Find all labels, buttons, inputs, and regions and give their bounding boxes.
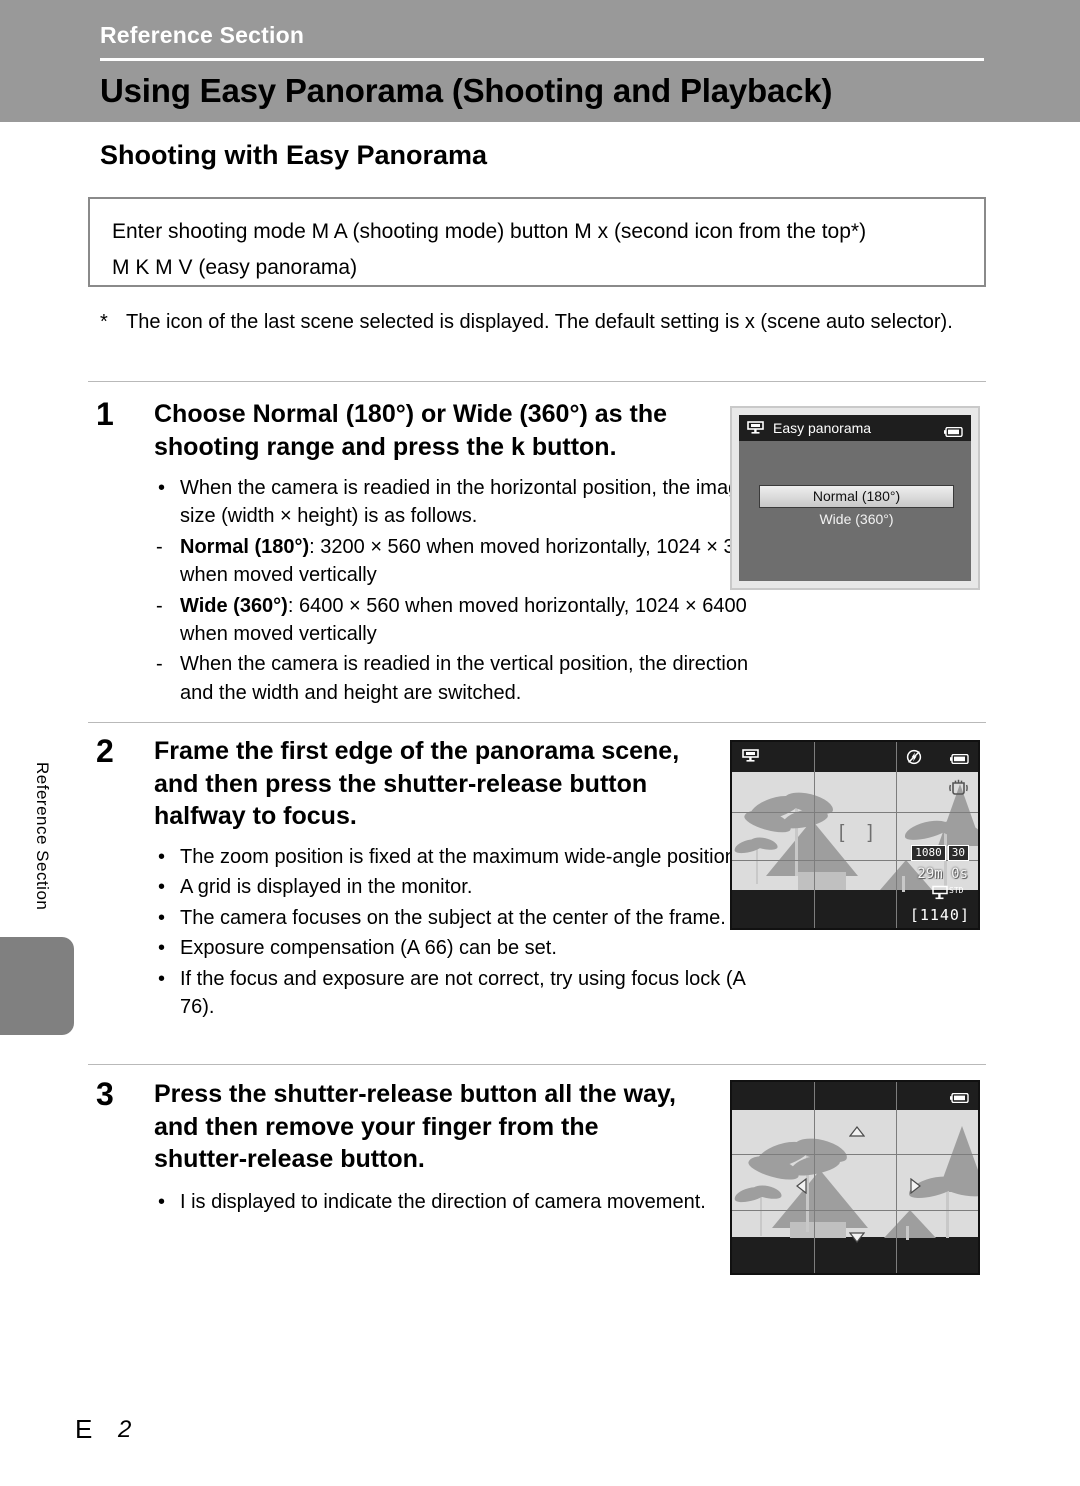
record-time: 29m 0s bbox=[917, 866, 968, 882]
vr-icon bbox=[949, 778, 968, 800]
bullet-item: • If the focus and exposure are not corre… bbox=[154, 965, 774, 1022]
bullet-marker: • bbox=[158, 876, 166, 899]
instruction-line-1: Enter shooting mode M A (shooting mode) … bbox=[112, 220, 867, 243]
focus-brackets: [ ] bbox=[839, 822, 882, 843]
footnote-marker: * bbox=[100, 311, 108, 333]
battery-icon bbox=[950, 1090, 969, 1108]
movie-fps-badge: 30 bbox=[947, 845, 969, 861]
menu-title: Easy panorama bbox=[773, 420, 872, 436]
step-1-bullets: • When the camera is readied in the horiz… bbox=[154, 474, 774, 709]
bullet-item: • Exposure compensation (A 66) can be set… bbox=[154, 934, 774, 962]
arrow-down-icon bbox=[848, 1230, 866, 1248]
side-tab-marker bbox=[0, 937, 74, 1035]
step-1-heading: Choose Normal (180°) or Wide (360°) as t… bbox=[154, 400, 667, 461]
scenery-post bbox=[902, 876, 905, 892]
bullet-marker: • bbox=[158, 967, 166, 990]
footnote-text: The icon of the last scene selected is d… bbox=[126, 311, 953, 333]
bullet-item: • When the camera is readied in the horiz… bbox=[154, 474, 774, 531]
bullet-item: • The camera focuses on the subject at th… bbox=[154, 904, 774, 932]
svg-text:STD: STD bbox=[949, 886, 964, 895]
header-kicker: Reference Section bbox=[100, 22, 305, 48]
instruction-line-2: M K M V (easy panorama) bbox=[112, 256, 358, 279]
arrow-right-icon bbox=[910, 1177, 921, 1199]
arrow-up-icon bbox=[848, 1124, 866, 1142]
footer-symbol: E bbox=[75, 1414, 93, 1444]
bullet-marker: • bbox=[158, 906, 166, 929]
separator-step-3 bbox=[88, 1064, 986, 1065]
step-3-heading: Press the shutter-release button all the… bbox=[154, 1080, 676, 1173]
scenery-post bbox=[906, 1226, 909, 1240]
step-1-number: 1 bbox=[96, 396, 114, 432]
panorama-icon bbox=[747, 420, 764, 440]
step-3-number: 3 bbox=[96, 1076, 114, 1112]
instruction-box: Enter shooting mode M A (shooting mode) … bbox=[88, 197, 986, 287]
scenery-trunk-small bbox=[756, 844, 758, 884]
step-3-bullets: • I is displayed to indicate the directio… bbox=[154, 1188, 774, 1218]
header-divider bbox=[100, 58, 984, 61]
bullet-marker: • bbox=[158, 477, 166, 499]
camera-screen-direction bbox=[730, 1080, 980, 1275]
battery-icon bbox=[944, 424, 963, 442]
menu-option-other[interactable]: Wide (360°) bbox=[759, 511, 954, 527]
bullet-marker: • bbox=[158, 1191, 166, 1213]
panorama-icon bbox=[742, 748, 759, 768]
footnote: * The icon of the last scene selected is… bbox=[100, 308, 980, 336]
battery-icon bbox=[950, 751, 969, 769]
step-2-number: 2 bbox=[96, 733, 114, 769]
grid-line-v2 bbox=[896, 742, 897, 928]
separator-step-2 bbox=[88, 722, 986, 723]
shots-remaining: [1140] bbox=[909, 906, 970, 924]
arrow-left-icon bbox=[796, 1177, 807, 1199]
flash-off-icon bbox=[906, 749, 922, 770]
footer-page-number: 2 bbox=[118, 1416, 132, 1443]
grid-line-v2 bbox=[896, 1082, 897, 1273]
bullet-marker: • bbox=[158, 846, 166, 868]
grid-line-v1 bbox=[814, 742, 815, 928]
bullet-marker: - bbox=[156, 594, 163, 617]
menu-title-bar: Easy panorama bbox=[739, 415, 971, 441]
grid-line-h1 bbox=[732, 1154, 978, 1155]
bullet-marker: • bbox=[158, 937, 166, 960]
bullet-marker: - bbox=[156, 653, 163, 676]
page-header-band: Reference Section Using Easy Panorama (S… bbox=[0, 0, 1080, 122]
movie-resolution-badge: 1080 bbox=[911, 845, 946, 861]
grid-line-h1 bbox=[732, 812, 978, 813]
bullet-marker: - bbox=[156, 535, 163, 558]
step-2-bullets: • The zoom position is fixed at the maxim… bbox=[154, 843, 774, 1023]
bullet-item: • I is displayed to indicate the directio… bbox=[154, 1188, 774, 1216]
bullet-item: - Wide (360°): 6400 × 560 when moved hori… bbox=[154, 592, 774, 649]
bullet-item: • A grid is displayed in the monitor. bbox=[154, 873, 774, 901]
scenery-hut-large bbox=[798, 872, 846, 890]
scenery-hut-large bbox=[790, 1222, 846, 1238]
movie-mode-badges: 1080 30 bbox=[911, 845, 969, 861]
separator-step-1 bbox=[88, 381, 986, 382]
scenery-roof-small bbox=[884, 1210, 936, 1238]
camera-screen-liveview: [ ] 1080 30 29m 0s STD [1140] bbox=[730, 740, 980, 930]
panorama-std-icon: STD bbox=[932, 884, 966, 906]
grid-line-h2 bbox=[732, 1210, 978, 1211]
scenery-trunk-small bbox=[760, 1192, 762, 1236]
side-tab-label: Reference Section bbox=[33, 762, 52, 911]
grid-line-v1 bbox=[814, 1082, 815, 1273]
menu-option-selected[interactable]: Normal (180°) bbox=[759, 485, 954, 508]
step-2-heading: Frame the first edge of the panorama sce… bbox=[154, 737, 680, 830]
section-subtitle: Shooting with Easy Panorama bbox=[100, 140, 488, 170]
bullet-item: • The zoom position is fixed at the maxim… bbox=[154, 843, 774, 871]
bullet-item: - Normal (180°): 3200 × 560 when moved ho… bbox=[154, 533, 774, 590]
bullet-item: - When the camera is readied in the verti… bbox=[154, 650, 774, 707]
camera-screen-menu: Easy panorama Normal (180°) Wide (360°) bbox=[730, 406, 980, 590]
page-title: Using Easy Panorama (Shooting and Playba… bbox=[100, 72, 833, 109]
